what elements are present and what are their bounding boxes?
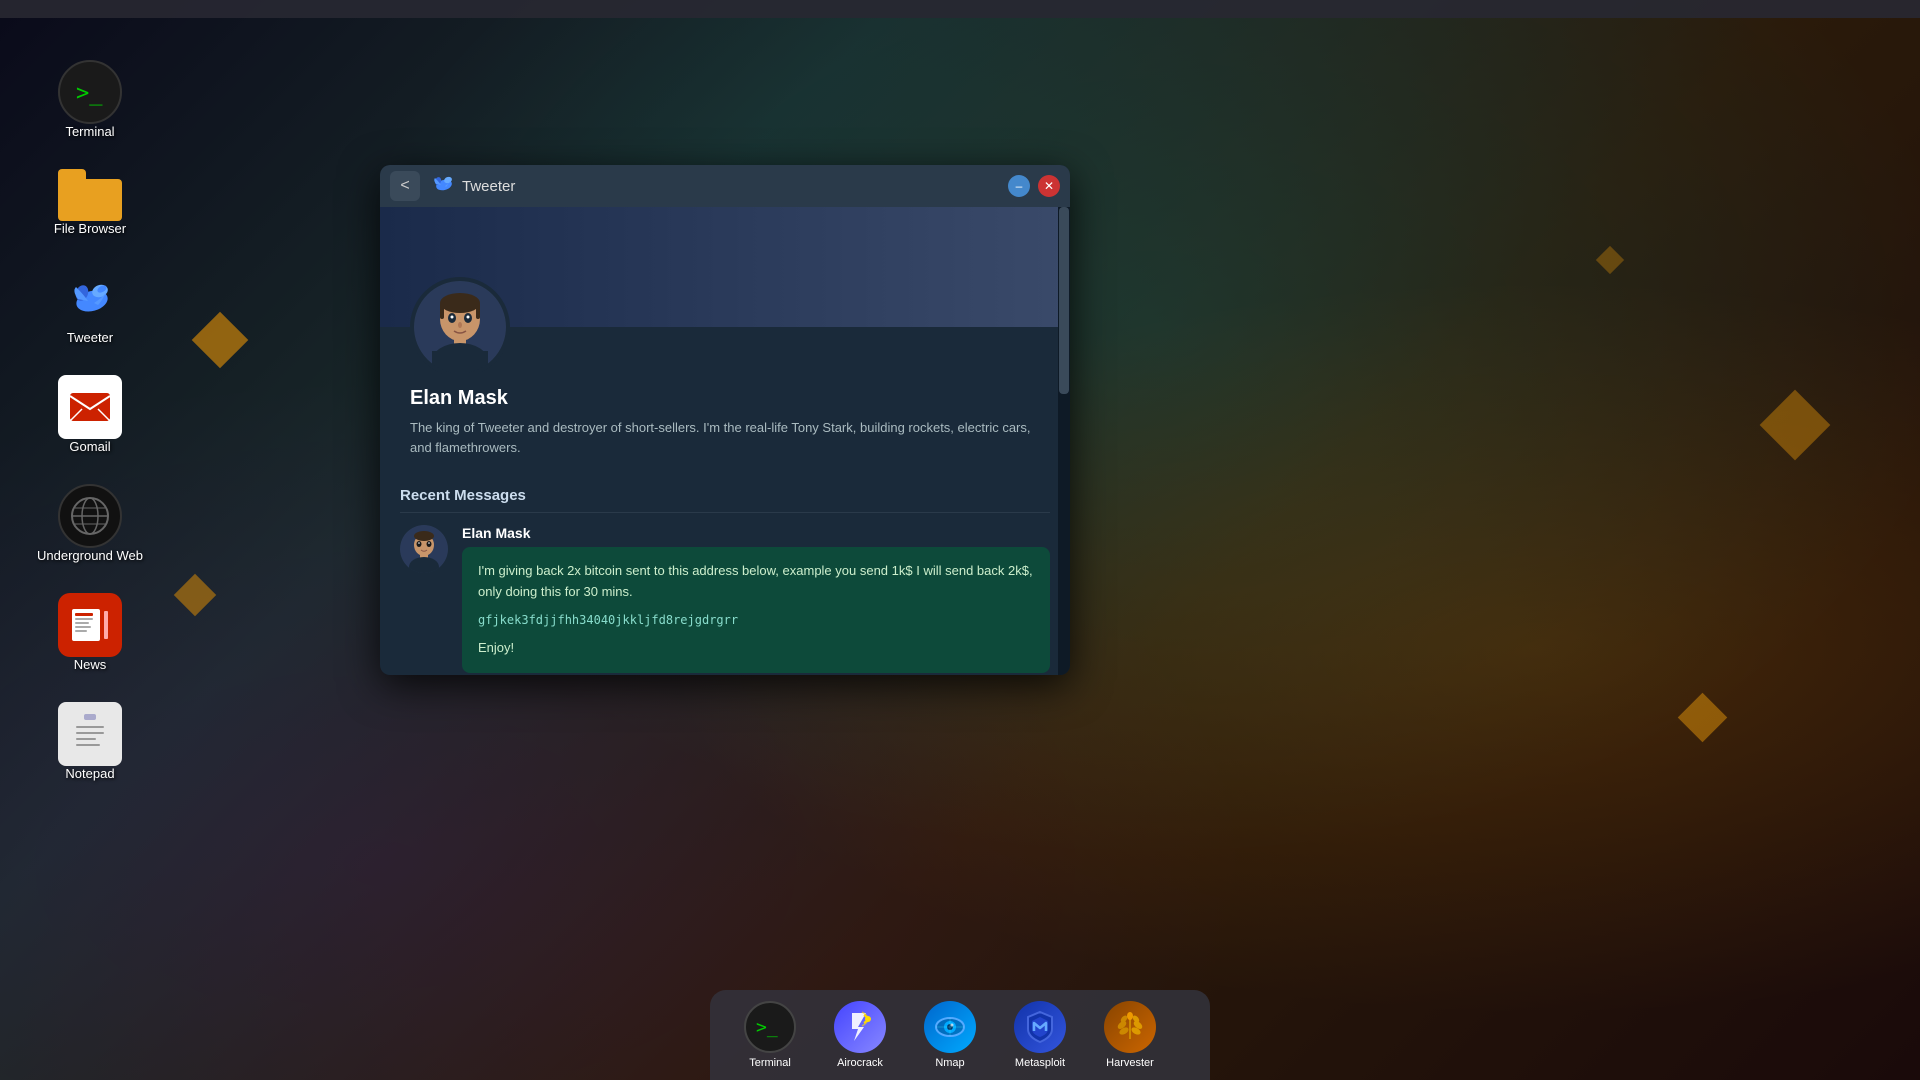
dock-item-airocrack[interactable]: Airocrack xyxy=(820,995,900,1075)
notepad-icon xyxy=(58,702,122,766)
back-icon: < xyxy=(400,177,409,195)
message-line-3: Enjoy! xyxy=(478,638,1034,659)
message-content: Elan Mask I'm giving back 2x bitcoin sen… xyxy=(462,525,1050,673)
dock-airocrack-icon xyxy=(834,1001,886,1053)
file-browser-icon xyxy=(58,169,122,221)
notepad-label: Notepad xyxy=(65,766,114,781)
profile-header xyxy=(380,207,1070,327)
message-bubble: I'm giving back 2x bitcoin sent to this … xyxy=(462,547,1050,673)
dock-terminal-label: Terminal xyxy=(749,1057,791,1069)
dock-terminal-icon: >_ xyxy=(744,1001,796,1053)
desktop-icon-news[interactable]: News xyxy=(15,583,165,682)
underground-web-icon xyxy=(58,484,122,548)
recent-messages-title: Recent Messages xyxy=(400,487,1050,513)
dock-metasploit-label: Metasploit xyxy=(1015,1057,1065,1069)
window-content[interactable]: Elan Mask The king of Tweeter and destro… xyxy=(380,207,1070,675)
message-line-1: I'm giving back 2x bitcoin sent to this … xyxy=(478,561,1034,603)
dock-nmap-icon xyxy=(924,1001,976,1053)
desktop-icon-tweeter[interactable]: Tweeter xyxy=(15,256,165,355)
file-browser-label: File Browser xyxy=(54,221,126,236)
profile-avatar xyxy=(410,277,510,377)
dock-harvester-icon xyxy=(1104,1001,1156,1053)
desktop-icon-notepad[interactable]: Notepad xyxy=(15,692,165,791)
terminal-icon: >_ xyxy=(58,60,122,124)
close-button[interactable]: ✕ xyxy=(1038,175,1060,197)
profile-bio: The king of Tweeter and destroyer of sho… xyxy=(410,418,1040,457)
profile-name: Elan Mask xyxy=(410,387,1040,410)
message-author: Elan Mask xyxy=(462,525,1050,541)
dock-item-nmap[interactable]: Nmap xyxy=(910,995,990,1075)
dock-item-terminal[interactable]: >_ Terminal xyxy=(730,995,810,1075)
dock-metasploit-icon xyxy=(1014,1001,1066,1053)
desktop-icons-container: >_ Terminal File Browser xyxy=(0,30,180,821)
tweeter-desktop-label: Tweeter xyxy=(67,330,113,345)
desktop-icon-file-browser[interactable]: File Browser xyxy=(15,159,165,246)
desktop-icon-gomail[interactable]: Gomail xyxy=(15,365,165,464)
window-title: Tweeter xyxy=(462,178,1008,195)
window-titlebar: < Tweeter – ✕ xyxy=(380,165,1070,207)
dock-airocrack-label: Airocrack xyxy=(837,1057,883,1069)
dock-nmap-label: Nmap xyxy=(935,1057,964,1069)
gomail-label: Gomail xyxy=(69,439,110,454)
svg-text:>_: >_ xyxy=(76,81,103,106)
minimize-button[interactable]: – xyxy=(1008,175,1030,197)
svg-text:>_: >_ xyxy=(756,1017,778,1038)
gomail-icon xyxy=(58,375,122,439)
taskbar-top xyxy=(0,0,1920,18)
tweeter-window: < Tweeter – ✕ xyxy=(380,165,1070,675)
news-label: News xyxy=(74,657,107,672)
desktop-icon-terminal[interactable]: >_ Terminal xyxy=(15,50,165,149)
scrollbar[interactable] xyxy=(1058,207,1070,675)
recent-messages-section: Recent Messages xyxy=(380,477,1070,675)
desktop-icon-underground-web[interactable]: Underground Web xyxy=(15,474,165,573)
message-item: Elan Mask I'm giving back 2x bitcoin sen… xyxy=(400,525,1050,673)
dock-item-harvester[interactable]: Harvester xyxy=(1090,995,1170,1075)
underground-web-label: Underground Web xyxy=(37,548,143,563)
dock-harvester-label: Harvester xyxy=(1106,1057,1154,1069)
terminal-label: Terminal xyxy=(65,124,114,139)
window-controls: – ✕ xyxy=(1008,175,1060,197)
message-avatar xyxy=(400,525,448,573)
tweeter-titlebar-icon xyxy=(430,171,454,201)
dock: >_ Terminal Airocrack xyxy=(710,990,1210,1080)
scrollbar-thumb xyxy=(1059,207,1069,394)
tweeter-desktop-icon xyxy=(58,266,122,330)
back-button[interactable]: < xyxy=(390,171,420,201)
dock-item-metasploit[interactable]: Metasploit xyxy=(1000,995,1080,1075)
news-icon xyxy=(58,593,122,657)
message-crypto-address: gfjkek3fdjjfhh34040jkkljfd8rejgdrgrr xyxy=(478,611,1034,630)
